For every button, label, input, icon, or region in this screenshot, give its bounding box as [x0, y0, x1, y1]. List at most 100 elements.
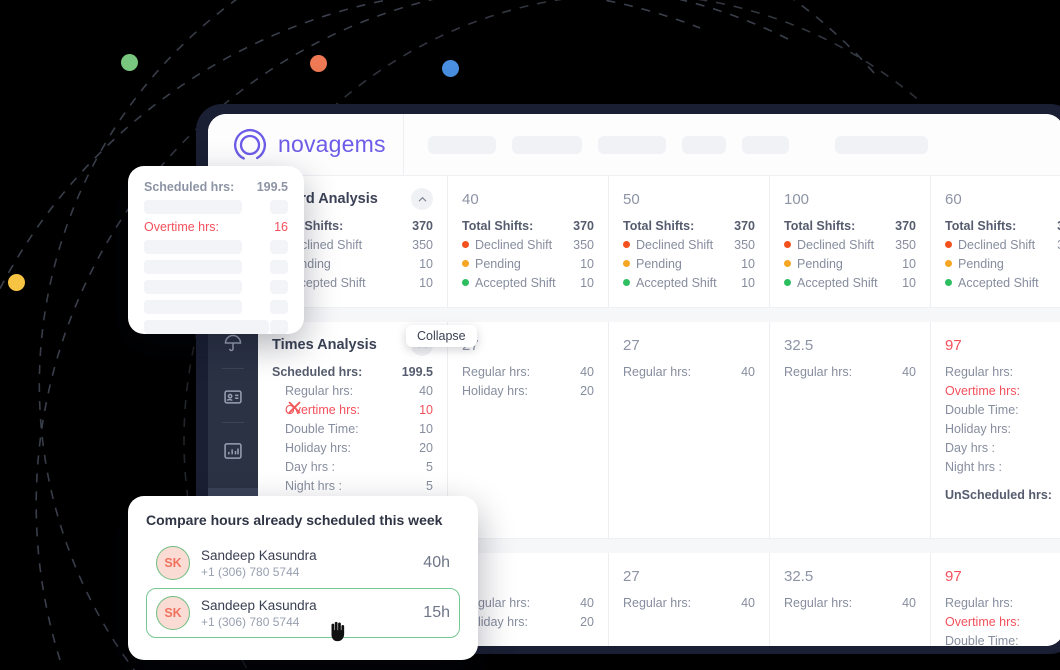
analysis-column: 50 Total Shifts: 370 Declined Shift 350 Pendi… — [609, 176, 770, 307]
sidebar-divider-1 — [222, 368, 244, 369]
metric-label: Regular hrs: — [285, 384, 354, 398]
close-x-icon — [288, 401, 301, 414]
column-header: 97 — [945, 565, 1060, 587]
metric-label: Total Shifts: — [945, 219, 1017, 233]
compare-hours-title: Compare hours already scheduled this wee… — [146, 512, 443, 528]
skeleton-row — [144, 300, 288, 314]
metric-label: Night hrs : — [285, 479, 342, 493]
nav-skeleton-5 — [742, 135, 789, 154]
column-heading: 100 — [784, 190, 810, 208]
app-header: novagems — [208, 114, 1060, 176]
metric-row: Overtime hrs:10 — [945, 613, 1060, 632]
analysis-column: 40 Total Shifts: 370 Declined Shift 350 Pendi… — [448, 176, 609, 307]
metric-value: 20 — [580, 384, 594, 398]
metric-row: Regular hrs:40 — [945, 594, 1060, 613]
analysis-column: 100 Total Shifts: 370 Declined Shift 350 Pend… — [770, 176, 931, 307]
sidebar-item-reports[interactable] — [208, 434, 258, 468]
metric-value: 20 — [419, 441, 433, 455]
collapse-toggle-button[interactable] — [411, 188, 433, 210]
novagems-circle-logo-icon — [233, 128, 267, 161]
metric-row: Regular hrs: 40 — [623, 363, 755, 382]
metric-row: Double Time:10 — [945, 401, 1060, 420]
column-header: 100 — [784, 188, 916, 210]
metric-label: Double Time: — [945, 403, 1019, 417]
skeleton-row — [144, 200, 288, 214]
metric-row: Regular hrs:40 — [945, 363, 1060, 382]
column-heading: 27 — [623, 567, 640, 585]
metric-label: Overtime hrs: — [945, 615, 1021, 629]
metric-value: 40 — [580, 596, 594, 610]
column-heading: 97 — [945, 567, 962, 585]
nav-placeholder-group — [404, 135, 928, 154]
metric-value: 10 — [419, 257, 433, 271]
metric-value: 40 — [741, 596, 755, 610]
metric-label: Pending — [784, 255, 843, 274]
skeleton-label — [144, 320, 269, 334]
remove-marker[interactable] — [286, 399, 303, 416]
column-heading: 32.5 — [784, 567, 814, 585]
panel-gap-1 — [258, 308, 1060, 322]
metric-label: Regular hrs: — [945, 596, 1014, 610]
column-heading: 60 — [945, 190, 962, 208]
metric-value: 10 — [741, 257, 755, 271]
skeleton-label — [144, 260, 242, 274]
metric-value: 350 — [412, 238, 433, 252]
nav-skeleton-2 — [512, 135, 582, 154]
nav-skeleton-4 — [682, 135, 726, 154]
avatar: SK — [156, 596, 190, 630]
guard-hours: 40h — [423, 554, 450, 571]
column-heading: 27 — [623, 336, 640, 354]
status-dot — [784, 260, 791, 267]
sidebar-item-guards[interactable] — [208, 380, 258, 414]
metric-label: Declined Shift — [784, 236, 874, 255]
metric-value: 370 — [734, 219, 755, 233]
analysis-column: 32.5 Regular hrs: 40 — [770, 553, 931, 646]
guard-list-item[interactable]: SK Sandeep Kasundra +1 (306) 780 5744 40h — [146, 538, 460, 588]
metric-row: Holiday hrs:20 — [462, 613, 594, 632]
metric-value: 40 — [741, 365, 755, 379]
orange-orbit-dot — [310, 55, 327, 72]
metric-label: Total Shifts: — [623, 219, 695, 233]
analysis-column: 32.5 Regular hrs: 40 — [770, 322, 931, 538]
metric-row: Day hrs :5 — [945, 439, 1060, 458]
skeleton-row — [144, 280, 288, 294]
metric-label: Pending — [623, 255, 682, 274]
metric-label: Double Time: — [285, 422, 359, 436]
column-header: 97 — [945, 334, 1060, 356]
metric-label: Declined Shift — [623, 236, 713, 255]
metric-row: Total Shifts:370 — [945, 217, 1060, 236]
id-card-icon — [224, 390, 242, 404]
column-header: 32.5 — [784, 565, 916, 587]
status-dot — [784, 241, 791, 248]
column-header: 60 — [945, 188, 1060, 210]
metric-row: Pending 10 — [623, 255, 755, 274]
metric-row: Holiday hrs:20 — [462, 382, 594, 401]
metric-label: Declined Shift — [462, 236, 552, 255]
metric-row: Declined Shift 350 — [623, 236, 755, 255]
column-header: 27 — [623, 334, 755, 356]
row-spacer — [945, 477, 1060, 486]
status-dot — [945, 260, 952, 267]
metric-label: Regular hrs: — [462, 365, 531, 379]
skeleton-value — [270, 240, 288, 254]
metric-label: Holiday hrs: — [285, 441, 351, 455]
screenshot-stage: novagems Guard Analysis Total Shifts: 37… — [0, 0, 1060, 670]
guard-list-item[interactable]: SK Sandeep Kasundra +1 (306) 780 5744 15h — [146, 588, 460, 638]
skeleton-row — [144, 320, 288, 334]
grab-hand-cursor-icon — [331, 621, 345, 642]
status-dot — [784, 279, 791, 286]
brand-name: novagems — [278, 131, 386, 157]
metric-label: Double Time: — [945, 634, 1019, 646]
metric-value: 10 — [580, 257, 594, 271]
metric-label: Regular hrs: — [623, 365, 692, 379]
popup-metric-row: Overtime hrs: 16 — [144, 220, 288, 234]
skeleton-value — [270, 280, 288, 294]
metric-row: Total Shifts:370 — [462, 217, 594, 236]
popup-metric-value: 199.5 — [256, 180, 288, 194]
metric-row: Day hrs :5 — [272, 458, 433, 477]
skeleton-value — [270, 260, 288, 274]
metric-label: Total Shifts: — [784, 219, 856, 233]
column-header: 32.5 — [784, 334, 916, 356]
metric-value: 350 — [895, 238, 916, 252]
bar-chart-icon — [224, 443, 242, 459]
